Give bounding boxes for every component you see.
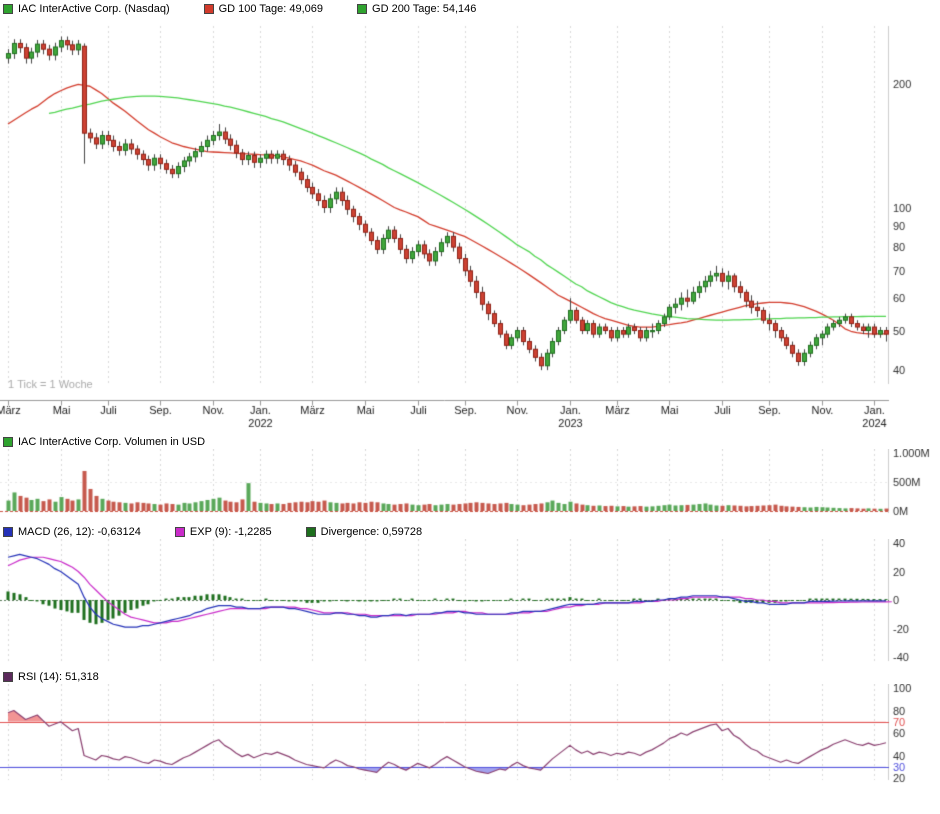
macd-chart-legend: MACD (26, 12): -0,63124 EXP (9): -1,2285… bbox=[3, 525, 456, 539]
volume-chart-canvas bbox=[0, 449, 940, 521]
rsi-label: RSI (14): 51,318 bbox=[18, 671, 99, 683]
legend-item-macd: MACD (26, 12): -0,63124 bbox=[3, 526, 141, 538]
macd-chart-canvas bbox=[0, 539, 940, 665]
volume-chart-legend: IAC InterActive Corp. Volumen in USD bbox=[3, 435, 239, 449]
symbol-label: IAC InterActive Corp. (Nasdaq) bbox=[18, 3, 170, 15]
gd200-color-swatch-icon bbox=[357, 4, 367, 14]
macd-label: MACD (26, 12): -0,63124 bbox=[18, 526, 141, 538]
price-chart-canvas bbox=[0, 16, 940, 433]
gd200-label: GD 200 Tage: 54,146 bbox=[372, 3, 476, 15]
macd-color-swatch-icon bbox=[3, 527, 13, 537]
legend-item-symbol: IAC InterActive Corp. (Nasdaq) bbox=[3, 3, 170, 15]
stock-chart-page: IAC InterActive Corp. (Nasdaq) GD 100 Ta… bbox=[0, 0, 940, 814]
divergence-color-swatch-icon bbox=[306, 527, 316, 537]
rsi-chart-canvas bbox=[0, 684, 940, 814]
legend-item-gd100: GD 100 Tage: 49,069 bbox=[204, 3, 323, 15]
legend-item-gd200: GD 200 Tage: 54,146 bbox=[357, 3, 476, 15]
legend-item-divergence: Divergence: 0,59728 bbox=[306, 526, 423, 538]
volume-color-swatch-icon bbox=[3, 437, 13, 447]
volume-label: IAC InterActive Corp. Volumen in USD bbox=[18, 436, 205, 448]
exp-label: EXP (9): -1,2285 bbox=[190, 526, 272, 538]
gd100-color-swatch-icon bbox=[204, 4, 214, 14]
price-chart-legend: IAC InterActive Corp. (Nasdaq) GD 100 Ta… bbox=[3, 2, 510, 16]
exp-color-swatch-icon bbox=[175, 527, 185, 537]
legend-item-volume: IAC InterActive Corp. Volumen in USD bbox=[3, 436, 205, 448]
gd100-label: GD 100 Tage: 49,069 bbox=[219, 3, 323, 15]
rsi-chart-legend: RSI (14): 51,318 bbox=[3, 670, 133, 684]
symbol-color-swatch-icon bbox=[3, 4, 13, 14]
legend-item-exp: EXP (9): -1,2285 bbox=[175, 526, 272, 538]
divergence-label: Divergence: 0,59728 bbox=[321, 526, 423, 538]
rsi-color-swatch-icon bbox=[3, 672, 13, 682]
legend-item-rsi: RSI (14): 51,318 bbox=[3, 671, 99, 683]
